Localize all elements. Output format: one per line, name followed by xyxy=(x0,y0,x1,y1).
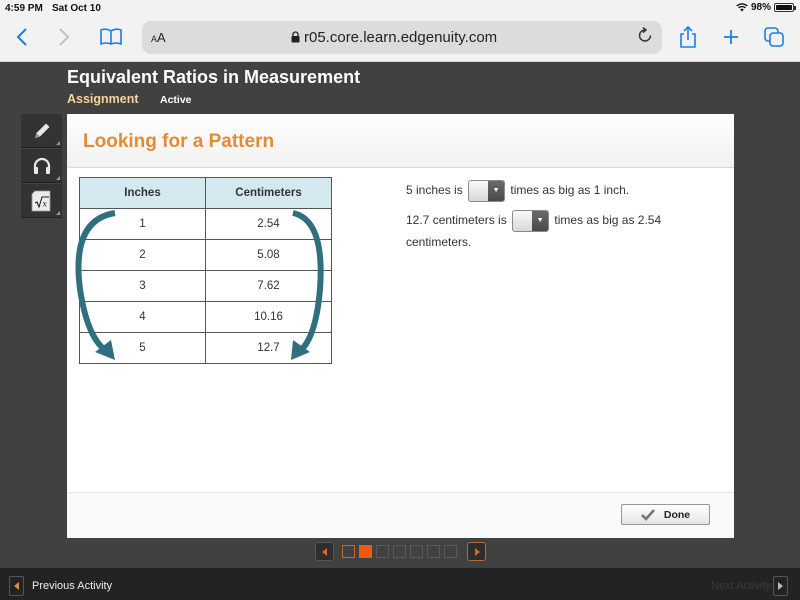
chevron-down-icon: ▼ xyxy=(532,211,549,231)
question-2-prefix: 12.7 centimeters is xyxy=(406,213,507,228)
checkmark-icon xyxy=(640,508,655,521)
next-page-button[interactable] xyxy=(467,542,486,561)
activity-panel: Looking for a Pattern Inches Centimeters… xyxy=(67,114,734,538)
next-activity-button[interactable] xyxy=(773,576,788,596)
page-indicator-6[interactable] xyxy=(427,545,440,558)
question-1: 5 inches is ▼ times as big as 1 inch. xyxy=(406,180,629,202)
activity-title: Looking for a Pattern xyxy=(83,131,275,152)
page-indicator-7[interactable] xyxy=(444,545,457,558)
question-2-dropdown[interactable]: ▼ xyxy=(512,210,550,232)
share-icon xyxy=(680,26,696,48)
table-row: 1 2.54 xyxy=(79,208,332,240)
inches-cell: 1 xyxy=(79,208,206,240)
forward-icon xyxy=(59,28,70,46)
new-tab-button[interactable] xyxy=(717,24,745,50)
date: Sat Oct 10 xyxy=(52,3,101,14)
chevron-down-icon: ▼ xyxy=(488,181,505,201)
table-row: 5 12.7 xyxy=(79,332,332,364)
caret-left-icon xyxy=(14,582,19,590)
previous-activity-button[interactable] xyxy=(9,576,24,596)
battery-icon xyxy=(774,3,796,12)
lesson-title: Equivalent Ratios in Measurement xyxy=(67,67,361,87)
tab-assignment[interactable]: Assignment xyxy=(67,92,139,106)
question-1-dropdown[interactable]: ▼ xyxy=(468,180,506,202)
audio-tool-button[interactable] xyxy=(21,149,62,183)
reload-icon xyxy=(638,26,652,42)
back-icon xyxy=(16,28,27,46)
table-header-row: Inches Centimeters xyxy=(79,177,332,209)
question-2: 12.7 centimeters is ▼ times as big as 2.… xyxy=(406,210,686,252)
assignment-status: Active xyxy=(160,94,192,106)
page-indicator-5[interactable] xyxy=(410,545,423,558)
tabs-icon xyxy=(764,27,784,47)
page-indicator-2[interactable] xyxy=(359,545,372,558)
forward-button[interactable] xyxy=(50,24,78,50)
svg-text:x: x xyxy=(42,199,47,208)
done-label: Done xyxy=(663,508,691,521)
wifi-icon xyxy=(736,3,748,12)
done-button[interactable]: Done xyxy=(621,504,710,525)
tabs-button[interactable] xyxy=(760,24,788,50)
column-header-inches: Inches xyxy=(79,177,206,209)
activity-header: Looking for a Pattern xyxy=(67,114,734,168)
status-bar: 4:59 PM Sat Oct 10 98% xyxy=(0,0,800,18)
bookmarks-icon xyxy=(100,28,122,46)
centimeters-cell: 12.7 xyxy=(205,332,332,364)
question-1-prefix: 5 inches is xyxy=(406,183,463,198)
next-activity-label[interactable]: Next Activity xyxy=(711,580,771,592)
clock: 4:59 PM xyxy=(5,3,43,14)
inches-cell: 5 xyxy=(79,332,206,364)
table-row: 3 7.62 xyxy=(79,270,332,302)
battery-percent: 98% xyxy=(750,2,771,13)
pencil-tool-button[interactable] xyxy=(21,114,62,148)
lock-icon xyxy=(291,31,300,43)
previous-activity-label[interactable]: Previous Activity xyxy=(32,580,112,592)
address-bar[interactable]: AA r05.core.learn.edgenuity.com xyxy=(142,21,662,54)
page-indicator-4[interactable] xyxy=(393,545,406,558)
new-tab-icon xyxy=(724,30,738,44)
bookmarks-button[interactable] xyxy=(97,24,125,50)
column-header-centimeters: Centimeters xyxy=(205,177,332,209)
previous-page-button[interactable] xyxy=(315,542,334,561)
reload-button[interactable] xyxy=(638,26,652,48)
back-button[interactable] xyxy=(8,24,36,50)
inches-cell: 3 xyxy=(79,270,206,302)
headphones-icon xyxy=(33,157,50,174)
caret-right-icon xyxy=(778,582,783,590)
conversion-table: Inches Centimeters 1 2.54 2 5.08 3 7.62 4 10… xyxy=(79,177,332,364)
page-indicator-1[interactable] xyxy=(342,545,355,558)
caret-right-icon xyxy=(474,547,480,556)
inches-cell: 2 xyxy=(79,239,206,271)
centimeters-cell: 2.54 xyxy=(205,208,332,240)
page-indicator-3[interactable] xyxy=(376,545,389,558)
centimeters-cell: 10.16 xyxy=(205,301,332,333)
activity-nav-bar xyxy=(0,568,800,600)
math-tool-button[interactable]: x xyxy=(21,184,62,218)
centimeters-cell: 7.62 xyxy=(205,270,332,302)
question-1-suffix: times as big as 1 inch. xyxy=(510,183,630,198)
inches-cell: 4 xyxy=(79,301,206,333)
centimeters-cell: 5.08 xyxy=(205,239,332,271)
caret-left-icon xyxy=(321,547,327,556)
table-row: 4 10.16 xyxy=(79,301,332,333)
math-sqrt-icon: x xyxy=(31,190,50,211)
browser-toolbar: AA r05.core.learn.edgenuity.com xyxy=(0,18,800,62)
share-button[interactable] xyxy=(674,24,702,50)
text-size-button[interactable]: AA xyxy=(151,30,166,45)
url-text: r05.core.learn.edgenuity.com xyxy=(304,29,498,46)
pencil-icon xyxy=(34,123,49,138)
table-row: 2 5.08 xyxy=(79,239,332,271)
